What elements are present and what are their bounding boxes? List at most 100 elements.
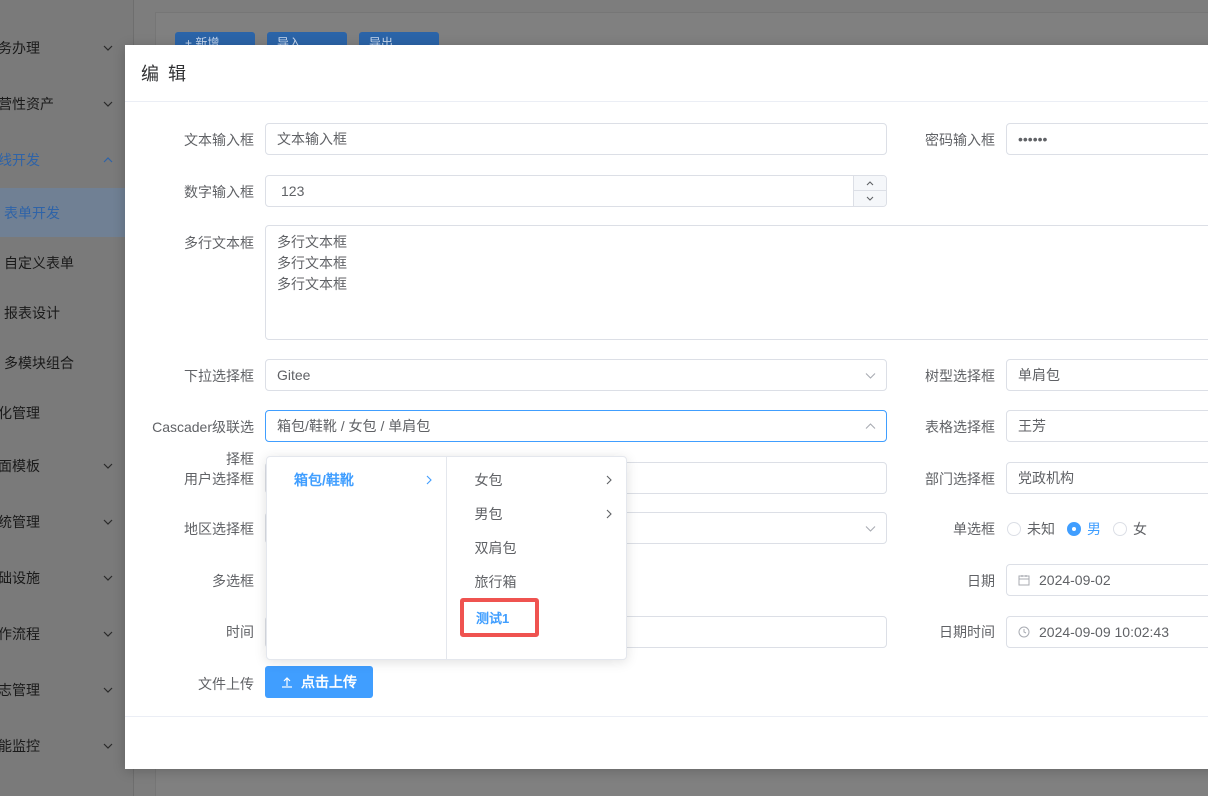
sidebar-item-management[interactable]: 化管理 xyxy=(0,393,134,433)
sidebar-item-label: 务办理 xyxy=(0,40,40,56)
datetime-picker[interactable]: 2024-09-09 10:02:43 xyxy=(1006,616,1208,648)
dept-select-label: 部门选择框 xyxy=(925,471,995,487)
table-select-label: 表格选择框 xyxy=(925,419,995,435)
cascader-node-label: 男包 xyxy=(474,506,503,522)
select-value: Gitee xyxy=(277,367,311,383)
chevron-right-icon xyxy=(426,475,432,485)
chevron-down-icon xyxy=(103,101,113,107)
sidebar-item-business[interactable]: 务办理 xyxy=(0,28,134,68)
cascader-menu-level1: 箱包/鞋靴 xyxy=(267,457,447,659)
radio-circle-icon xyxy=(1007,522,1021,536)
date-picker[interactable]: 2024-09-02 xyxy=(1006,564,1208,596)
sidebar-item-form-dev[interactable]: 表单开发 xyxy=(0,188,134,237)
dept-select[interactable]: 党政机构 xyxy=(1006,462,1208,494)
chevron-down-icon xyxy=(103,687,113,693)
cascader-node-womens-bags[interactable]: 女包 xyxy=(447,463,627,497)
number-stepper xyxy=(853,176,886,206)
sidebar-item-multi-module[interactable]: 多模块组合 xyxy=(0,343,134,383)
region-select-label: 地区选择框 xyxy=(184,521,254,537)
user-select-label: 用户选择框 xyxy=(184,471,254,487)
text-input-value: 文本输入框 xyxy=(277,131,347,147)
radio-unknown[interactable]: 未知 xyxy=(1007,519,1055,539)
sidebar-item-infrastructure[interactable]: 础设施 xyxy=(0,558,134,598)
sidebar-item-label: 表单开发 xyxy=(4,204,60,221)
sidebar-item-label: 面模板 xyxy=(0,458,40,474)
table-select[interactable]: 王芳 xyxy=(1006,410,1208,442)
radio-female[interactable]: 女 xyxy=(1113,519,1147,539)
cascader-dropdown: 箱包/鞋靴 女包 男包 双肩包 旅行箱 xyxy=(266,456,627,660)
dialog-header: 编 辑 xyxy=(125,45,1208,102)
sidebar-item-label: 化管理 xyxy=(0,405,40,421)
radio-circle-icon xyxy=(1113,522,1127,536)
chevron-up-icon xyxy=(865,423,876,429)
sidebar-item-label: 志管理 xyxy=(0,682,40,698)
gender-radio-group: 未知 男 女 xyxy=(1007,519,1159,539)
password-input-value: •••••• xyxy=(1018,131,1048,147)
cascader-input[interactable]: 箱包/鞋靴 / 女包 / 单肩包 xyxy=(265,410,887,442)
password-input[interactable]: •••••• xyxy=(1006,123,1208,155)
cascader-label: Cascader级联选 xyxy=(152,419,254,435)
dept-select-value: 党政机构 xyxy=(1018,470,1074,486)
sidebar-item-system[interactable]: 统管理 xyxy=(0,502,134,542)
password-input-label: 密码输入框 xyxy=(925,132,995,148)
sidebar-item-online-dev[interactable]: 线开发 xyxy=(0,140,134,180)
cascader-node-luggage[interactable]: 旅行箱 xyxy=(447,565,627,599)
sidebar-item-workflow[interactable]: 作流程 xyxy=(0,614,134,654)
number-input[interactable]: 123 xyxy=(265,175,887,207)
chevron-down-icon xyxy=(103,575,113,581)
sidebar-item-label: 线开发 xyxy=(0,152,40,168)
table-select-value: 王芳 xyxy=(1018,418,1046,434)
cascader-node-mens-bags[interactable]: 男包 xyxy=(447,497,627,531)
dialog-title: 编 辑 xyxy=(141,64,189,84)
sidebar-item-label: 营性资产 xyxy=(0,96,54,112)
chevron-right-icon xyxy=(606,475,612,485)
sidebar-item-monitor[interactable]: 能监控 xyxy=(0,726,134,766)
import-button[interactable]: 导入 xyxy=(267,32,347,46)
radio-label: 单选框 xyxy=(953,521,995,537)
date-label: 日期 xyxy=(967,573,995,589)
sidebar-item-label: 报表设计 xyxy=(4,305,60,321)
sidebar-item-custom-form[interactable]: 自定义表单 xyxy=(0,243,134,283)
dialog-footer-divider xyxy=(125,716,1208,717)
radio-option-label: 女 xyxy=(1133,521,1147,537)
text-input[interactable]: 文本输入框 xyxy=(265,123,887,155)
export-button[interactable]: 导出 xyxy=(359,32,439,46)
cascader-node-label: 测试1 xyxy=(466,604,533,631)
chevron-up-icon xyxy=(103,157,113,163)
chevron-down-icon xyxy=(103,519,113,525)
cascader-node-label: 女包 xyxy=(474,472,503,488)
sidebar-item-page-template[interactable]: 面模板 xyxy=(0,446,134,486)
edit-dialog: 编 辑 文本输入框 文本输入框 密码输入框 •••••• 数字输入框 123 多… xyxy=(125,45,1208,769)
chevron-down-icon xyxy=(103,45,113,51)
upload-icon xyxy=(282,677,292,688)
textarea-line: 多行文本框 xyxy=(277,234,347,250)
sidebar-item-assets[interactable]: 营性资产 xyxy=(0,84,134,124)
increase-button[interactable] xyxy=(854,176,886,191)
sidebar-item-label: 统管理 xyxy=(0,514,40,530)
sidebar-item-label: 能监控 xyxy=(0,738,40,754)
sidebar: 务办理 营性资产 线开发 表单开发 自定义表单 报表设计 多模块组合 化管理 面… xyxy=(0,0,134,796)
number-input-value: 123 xyxy=(281,183,305,199)
dropdown-select[interactable]: Gitee xyxy=(265,359,887,391)
tree-select[interactable]: 单肩包 xyxy=(1006,359,1208,391)
sidebar-item-logs[interactable]: 志管理 xyxy=(0,670,134,710)
textarea-line: 多行文本框 xyxy=(277,276,347,292)
cascader-node-backpack[interactable]: 双肩包 xyxy=(447,531,627,565)
cascader-node-bags-shoes[interactable]: 箱包/鞋靴 xyxy=(267,463,446,497)
add-button[interactable]: + 新增 xyxy=(175,32,255,46)
multiline-textarea[interactable]: 多行文本框 多行文本框 多行文本框 xyxy=(265,225,1208,340)
radio-option-label: 未知 xyxy=(1027,521,1055,537)
cascader-label-wrap: 择框 xyxy=(226,451,254,467)
sidebar-item-label: 作流程 xyxy=(0,626,40,642)
chevron-down-icon xyxy=(865,373,876,379)
number-input-label: 数字输入框 xyxy=(184,184,254,200)
sidebar-item-report-design[interactable]: 报表设计 xyxy=(0,293,134,333)
cascader-node-test1[interactable]: 测试1 xyxy=(460,598,539,637)
tree-select-value: 单肩包 xyxy=(1018,367,1060,383)
upload-button[interactable]: 点击上传 xyxy=(265,666,373,698)
sidebar-item-label: 多模块组合 xyxy=(4,355,74,371)
decrease-button[interactable] xyxy=(854,191,886,206)
radio-male[interactable]: 男 xyxy=(1067,519,1101,539)
clock-icon xyxy=(1018,626,1030,638)
chevron-right-icon xyxy=(606,509,612,519)
